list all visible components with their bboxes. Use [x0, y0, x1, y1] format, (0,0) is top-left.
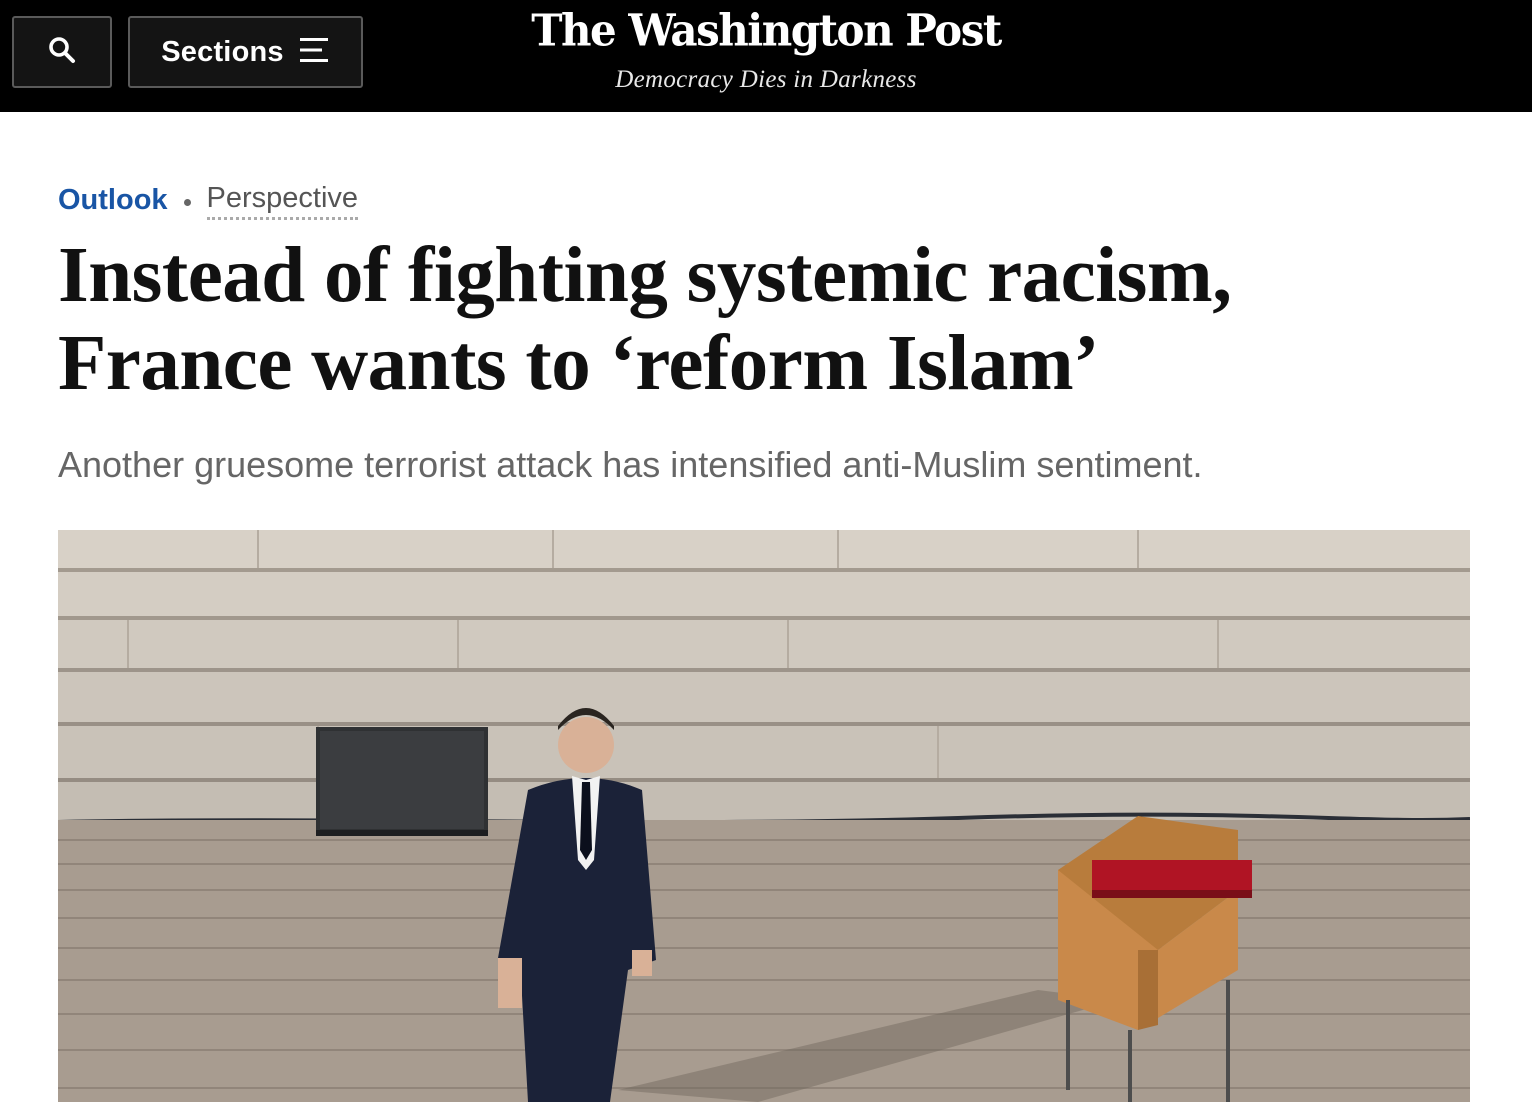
article-kicker: Outlook Perspective — [58, 178, 359, 222]
article-headline: Instead of fighting systemic racism, Fra… — [58, 232, 1232, 407]
section-link-outlook[interactable]: Outlook — [58, 184, 168, 217]
site-tagline: Democracy Dies in Darkness — [615, 66, 917, 93]
perspective-label[interactable]: Perspective — [206, 181, 359, 220]
article-subheadline: Another gruesome terrorist attack has in… — [58, 444, 1203, 485]
masthead: The Washington Post Democracy Dies in Da… — [0, 0, 1532, 94]
top-navigation-bar: Sections The Washington Post Democracy D… — [0, 0, 1532, 112]
site-logo[interactable]: The Washington Post — [0, 5, 1532, 58]
kicker-separator — [183, 198, 191, 206]
lead-photo — [58, 530, 1470, 1102]
